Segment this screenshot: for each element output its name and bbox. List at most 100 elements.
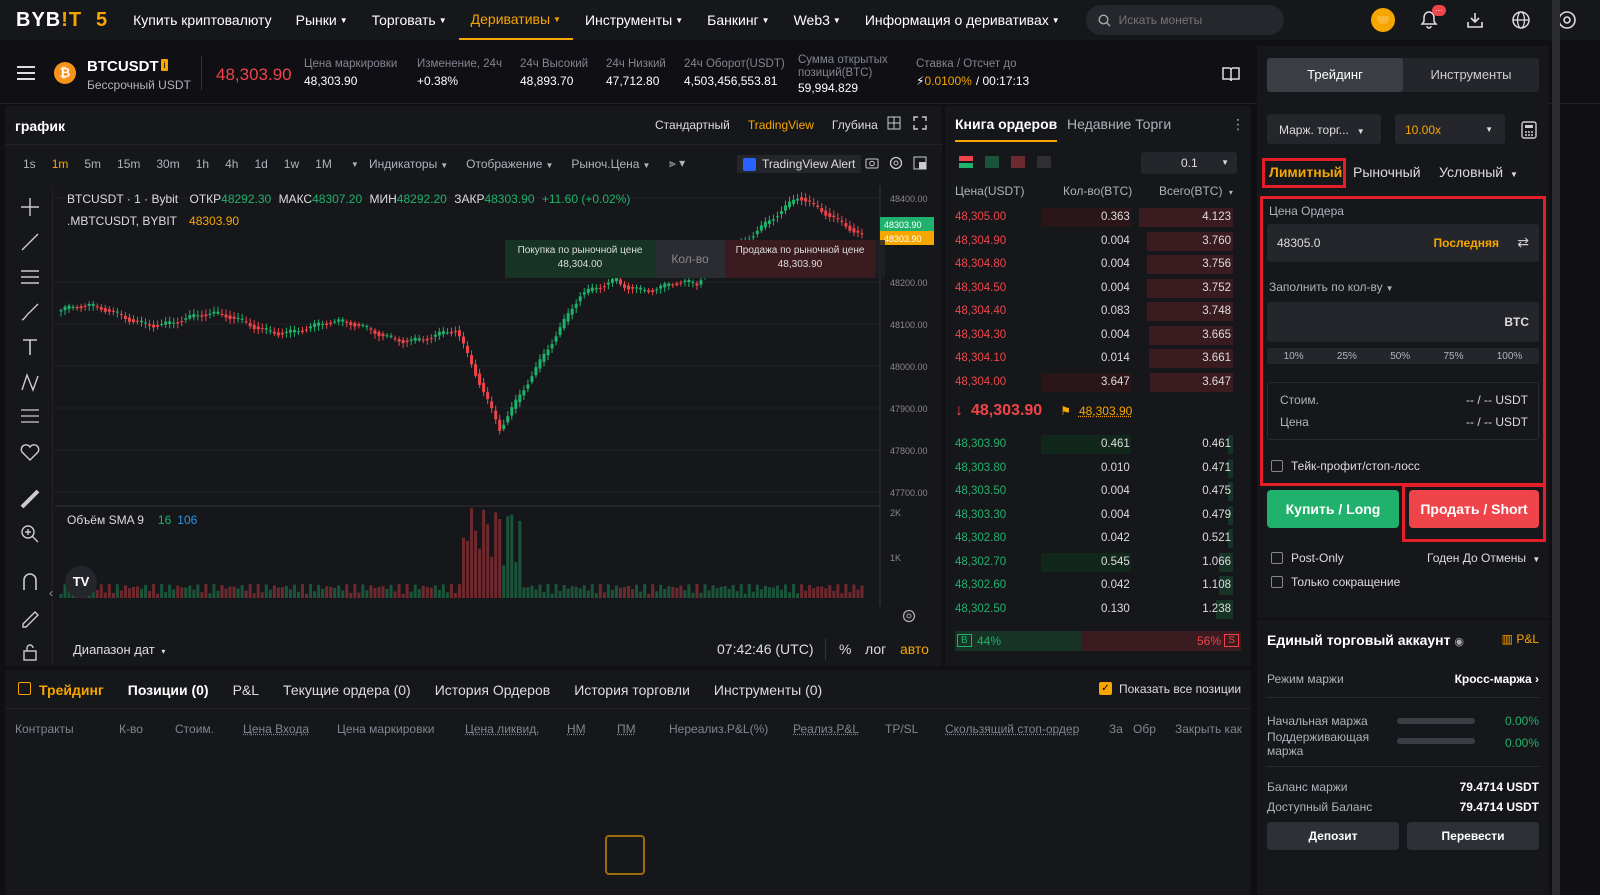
ruler-icon[interactable]: [19, 488, 41, 513]
utc-time[interactable]: 07:42:46 (UTC): [717, 641, 813, 657]
pos-header-8[interactable]: Нереализ.P&L(%): [669, 722, 768, 736]
margin-mode-select[interactable]: Марж. торг... ▼: [1267, 114, 1381, 144]
camera-icon[interactable]: [865, 156, 879, 172]
avatar[interactable]: [1370, 7, 1396, 33]
nav-item-5[interactable]: Банкинг ▼: [695, 0, 781, 40]
horizontal-lines-icon[interactable]: [19, 266, 41, 291]
show-all-checkbox[interactable]: ✓: [1099, 682, 1112, 695]
bell-icon[interactable]: ···: [1416, 5, 1446, 33]
time-in-force-select[interactable]: Годен До Отмены ▼: [1427, 551, 1540, 565]
buy-long-button[interactable]: Купить / Long: [1267, 490, 1399, 528]
pos-header-7[interactable]: ПМ: [617, 722, 636, 736]
pos-tab-3[interactable]: Текущие ордера (0): [283, 682, 411, 698]
log-toggle[interactable]: лог: [865, 641, 886, 657]
scrollbar[interactable]: [1552, 0, 1560, 895]
menu-icon[interactable]: [17, 66, 35, 83]
nav-item-1[interactable]: Рынки ▼: [284, 0, 360, 40]
interval-4h[interactable]: 4h: [217, 157, 246, 171]
magnet-icon[interactable]: [19, 571, 41, 596]
pos-tab-5[interactable]: История торговли: [574, 682, 690, 698]
book-icon[interactable]: [1222, 66, 1240, 85]
precision-select[interactable]: 0.1 ▼: [1141, 152, 1237, 174]
ob-ask-row[interactable]: 48,305.00 0.363 4.123: [945, 206, 1245, 229]
pos-header-14[interactable]: Закрыть как: [1175, 722, 1242, 736]
ob-bid-row[interactable]: 48,303.90 0.461 0.461: [945, 433, 1245, 456]
interval-1w[interactable]: 1w: [276, 157, 307, 171]
interval-30m[interactable]: 30m: [148, 157, 187, 171]
interval-5m[interactable]: 5m: [76, 157, 109, 171]
chart-menu-0[interactable]: Индикаторы ▼: [369, 157, 448, 171]
symbol-name[interactable]: BTCUSDT: [87, 58, 159, 75]
info-icon[interactable]: i: [161, 59, 168, 71]
pos-tab-2[interactable]: P&L: [233, 682, 259, 698]
pos-tab-4[interactable]: История Ордеров: [435, 682, 551, 698]
download-icon[interactable]: [1462, 7, 1488, 33]
reduce-only-checkbox[interactable]: [1271, 576, 1283, 588]
ob-header-total[interactable]: Всего(BTC) ▾: [1159, 184, 1233, 198]
pos-header-2[interactable]: Стоим.: [175, 722, 214, 736]
tab-recent-trades[interactable]: Недавние Торги: [1067, 116, 1171, 132]
bybit-logo[interactable]: BYB!T: [16, 9, 81, 32]
percent-toggle[interactable]: %: [839, 641, 851, 657]
search-box[interactable]: [1085, 5, 1284, 35]
pos-header-13[interactable]: Обр: [1133, 722, 1156, 736]
lock-drawing-icon[interactable]: [19, 606, 41, 631]
auto-toggle[interactable]: авто: [900, 641, 929, 657]
nav-item-7[interactable]: Информация о деривативах ▼: [853, 0, 1072, 40]
quick-buy-button[interactable]: Покупка по рыночной цене 48,304.00: [505, 240, 655, 278]
pos-header-10[interactable]: TP/SL: [885, 722, 918, 736]
ob-ask-row[interactable]: 48,304.50 0.004 3.752: [945, 277, 1245, 300]
pos-header-0[interactable]: Контракты: [15, 722, 74, 736]
pos-tab-6[interactable]: Инструменты (0): [714, 682, 822, 698]
layout-icon[interactable]: [887, 116, 901, 133]
interval-1h[interactable]: 1h: [188, 157, 217, 171]
pos-header-6[interactable]: НМ: [567, 722, 586, 736]
post-only-checkbox[interactable]: [1271, 552, 1283, 564]
pnl-link[interactable]: ▥ P&L: [1502, 632, 1539, 646]
ob-ask-row[interactable]: 48,304.90 0.004 3.760: [945, 230, 1245, 253]
pos-header-5[interactable]: Цена ликвид.: [465, 722, 540, 736]
chart-menu-1[interactable]: Отображение ▼: [466, 157, 553, 171]
pos-header-4[interactable]: Цена маркировки: [337, 722, 434, 736]
pos-header-9[interactable]: Реализ.P&L: [793, 722, 859, 736]
pos-tab-0[interactable]: Трейдинг: [39, 682, 104, 698]
date-range-button[interactable]: Диапазон дат ▾: [73, 642, 165, 657]
tab-trading[interactable]: Трейдинг: [1267, 58, 1403, 92]
ob-ask-row[interactable]: 48,304.10 0.014 3.661: [945, 347, 1245, 370]
ob-bid-row[interactable]: 48,302.50 0.130 1.238: [945, 598, 1245, 621]
candle-type-icon[interactable]: ⫸ ▾: [669, 156, 685, 171]
ob-bid-row[interactable]: 48,303.50 0.004 0.475: [945, 480, 1245, 503]
view-both-icon[interactable]: [959, 156, 973, 168]
ob-bid-row[interactable]: 48,303.30 0.004 0.479: [945, 504, 1245, 527]
ob-ask-row[interactable]: 48,304.40 0.083 3.748: [945, 300, 1245, 323]
quick-sell-button[interactable]: Продажа по рыночной цене 48,303.90: [725, 240, 875, 278]
order-type-conditional[interactable]: Условный ▼: [1439, 164, 1518, 180]
ob-bid-row[interactable]: 48,302.60 0.042 1.108: [945, 574, 1245, 597]
trendline-icon[interactable]: [19, 231, 41, 256]
lock-icon[interactable]: [19, 641, 41, 666]
globe-icon[interactable]: [1508, 7, 1534, 33]
tradingview-logo[interactable]: TV: [65, 566, 97, 598]
pos-header-11[interactable]: Скользящий стоп-ордер: [945, 722, 1079, 736]
calculator-icon[interactable]: [1521, 121, 1537, 142]
crosshair-icon[interactable]: [19, 196, 41, 221]
pos-header-12[interactable]: За: [1109, 722, 1123, 736]
pattern-icon[interactable]: [19, 371, 41, 396]
tab-order-book[interactable]: Книга ордеров: [955, 116, 1058, 142]
quick-qty-input[interactable]: Кол-во: [655, 240, 725, 278]
tab-tools[interactable]: Инструменты: [1403, 58, 1539, 92]
leverage-select[interactable]: 10.00x ▼: [1395, 114, 1505, 144]
pos-header-1[interactable]: К-во: [119, 722, 143, 736]
ob-ask-row[interactable]: 48,304.00 3.647 3.647: [945, 371, 1245, 394]
fib-icon[interactable]: [19, 406, 41, 431]
fullscreen-icon[interactable]: [913, 116, 927, 133]
interval-1m[interactable]: 1m: [44, 157, 77, 171]
view-bids-icon[interactable]: [985, 156, 999, 168]
ob-ask-row[interactable]: 48,304.80 0.004 3.756: [945, 253, 1245, 276]
brush-icon[interactable]: [19, 301, 41, 326]
zoom-icon[interactable]: [19, 523, 41, 548]
chart-view-1[interactable]: TradingView: [748, 118, 814, 132]
margin-mode-value[interactable]: Кросс-маржа ›: [1455, 672, 1539, 686]
ob-bid-row[interactable]: 48,302.80 0.042 0.521: [945, 527, 1245, 550]
interval-1s[interactable]: 1s: [15, 157, 44, 171]
